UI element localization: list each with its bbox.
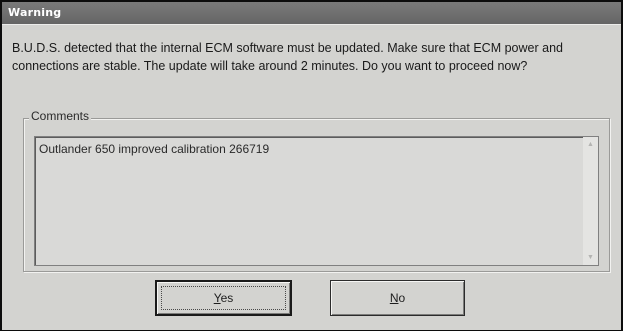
comments-text: Outlander 650 improved calibration 26671…: [39, 142, 270, 156]
window-title: Warning: [8, 6, 62, 19]
focus-rectangle: [161, 286, 286, 310]
yes-button[interactable]: Yes: [155, 280, 292, 316]
title-bar[interactable]: Warning: [2, 2, 621, 24]
warning-message: B.U.D.S. detected that the internal ECM …: [12, 39, 612, 75]
no-button[interactable]: No: [330, 280, 465, 316]
message-line-1: B.U.D.S. detected that the internal ECM …: [12, 41, 563, 55]
message-line-2: connections are stable. The update will …: [12, 59, 528, 73]
comments-scrollbar[interactable]: ▲ ▼: [583, 137, 598, 265]
scroll-down-arrow-icon[interactable]: ▼: [583, 250, 598, 265]
no-button-label: No: [390, 291, 405, 305]
comments-label: Comments: [29, 109, 92, 123]
no-label-rest: o: [398, 291, 406, 305]
warning-dialog: Warning B.U.D.S. detected that the inter…: [0, 0, 623, 331]
scroll-up-arrow-icon[interactable]: ▲: [583, 137, 598, 152]
dialog-body: B.U.D.S. detected that the internal ECM …: [2, 24, 621, 330]
comments-textarea[interactable]: Outlander 650 improved calibration 26671…: [34, 136, 599, 266]
